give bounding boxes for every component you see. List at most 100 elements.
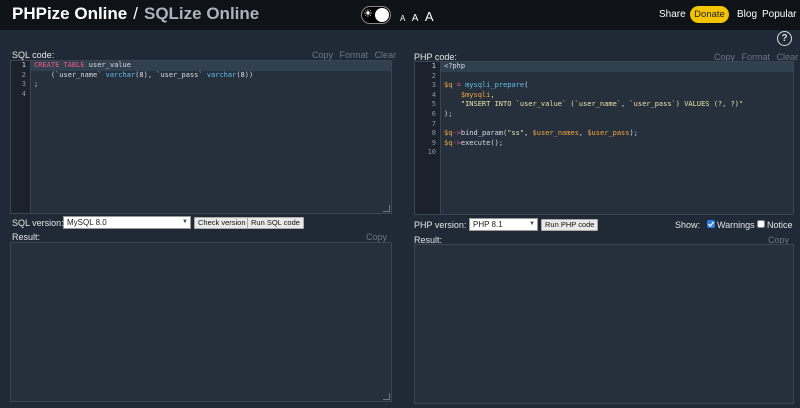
- sql-token: ;: [34, 80, 39, 89]
- sql-copy-button[interactable]: Copy: [312, 50, 333, 60]
- php-string: "INSERT INTO `user_value` (`user_name`, …: [444, 100, 744, 109]
- php-token: );: [444, 109, 453, 118]
- php-token: ,: [524, 129, 533, 138]
- code-line: $mysqli,: [441, 91, 793, 101]
- php-token: (: [524, 81, 529, 90]
- font-size-controls: A A A: [400, 8, 436, 26]
- sql-result-panel: [10, 242, 392, 402]
- show-label: Show:: [675, 220, 701, 230]
- php-token: ,: [490, 90, 495, 99]
- help-question-icon[interactable]: ?: [777, 31, 792, 46]
- line-number: 1: [21, 61, 26, 69]
- php-token: ();: [490, 138, 504, 147]
- line-number: 1: [431, 62, 436, 70]
- code-line: <?php: [441, 62, 793, 72]
- line-number: 2: [431, 71, 436, 80]
- donate-button[interactable]: Donate: [690, 6, 729, 23]
- sql-result-label: Result:: [12, 232, 41, 242]
- php-string: "ss": [507, 129, 525, 138]
- sql-version-select[interactable]: MySQL 8.0 ▼: [63, 216, 191, 229]
- font-size-small[interactable]: A: [400, 14, 405, 23]
- sql-token: (8)): [236, 70, 254, 79]
- brand-phpize[interactable]: PHPize Online: [12, 4, 127, 23]
- sql-version-value: MySQL 8.0: [67, 218, 107, 227]
- font-size-large[interactable]: A: [425, 9, 434, 24]
- code-line: $q->execute();: [441, 139, 793, 149]
- checkmark-icon: [708, 221, 715, 227]
- line-number: 7: [431, 119, 436, 128]
- code-line: $q->bind_param("ss", $user_names, $user_…: [441, 129, 793, 139]
- theme-toggle[interactable]: ☀: [361, 6, 391, 24]
- brand-sqlize[interactable]: SQLize Online: [144, 4, 259, 23]
- line-number: 4: [431, 90, 436, 99]
- line-number: 9: [431, 138, 436, 147]
- php-method: execute: [460, 138, 491, 147]
- php-variable: $user_pass: [587, 129, 630, 138]
- notice-checkbox[interactable]: [757, 220, 765, 228]
- code-line: ;: [31, 80, 391, 90]
- sql-version-label: SQL version:: [12, 218, 64, 228]
- php-code-editor[interactable]: 1 2 3 4 5 6 7 8 9 10 <?php $q = mysqli_p…: [414, 61, 794, 215]
- run-php-button[interactable]: Run PHP code: [541, 219, 599, 231]
- php-version-value: PHP 8.1: [473, 220, 503, 229]
- sql-tools: Copy Format Clear: [308, 50, 396, 60]
- code-line: CREATE TABLE user_value: [31, 61, 391, 71]
- check-version-button[interactable]: Check version: [194, 217, 250, 229]
- toggle-knob: [375, 8, 389, 22]
- brand-title[interactable]: PHPize Online / SQLize Online: [12, 4, 259, 24]
- php-token: <?php: [444, 62, 466, 70]
- php-result-panel: [414, 244, 794, 404]
- sql-result-copy-button[interactable]: Copy: [366, 232, 387, 242]
- chevron-down-icon: ▼: [182, 219, 188, 225]
- php-operator: ->: [452, 129, 461, 138]
- php-operator: =: [452, 81, 466, 90]
- line-number: 3: [21, 80, 26, 89]
- sql-token: user_value: [84, 61, 131, 69]
- sql-code-text[interactable]: CREATE TABLE user_value (`user_name` var…: [31, 61, 391, 213]
- line-number: 3: [431, 81, 436, 90]
- code-line: (`user_name` varchar(8), `user_pass` var…: [31, 71, 391, 81]
- sun-icon: ☀: [363, 8, 373, 20]
- php-token: );: [629, 129, 638, 138]
- blog-link[interactable]: Blog: [737, 9, 757, 20]
- sql-line-numbers: 1 2 3 4: [11, 61, 31, 213]
- sql-clear-button[interactable]: Clear: [375, 50, 397, 60]
- code-line: );: [441, 110, 793, 120]
- php-function: mysqli_prepare: [465, 81, 525, 90]
- php-variable: $user_names: [532, 129, 579, 138]
- line-number: 2: [21, 70, 26, 79]
- php-version-label: PHP version:: [414, 220, 467, 230]
- php-version-select[interactable]: PHP 8.1 ▼: [469, 218, 538, 231]
- sql-code-editor[interactable]: 1 2 3 4 CREATE TABLE user_value (`user_n…: [10, 60, 392, 214]
- warnings-checkbox[interactable]: [707, 220, 715, 228]
- php-line-numbers: 1 2 3 4 5 6 7 8 9 10: [415, 62, 441, 214]
- brand-separator: /: [133, 4, 138, 23]
- share-link[interactable]: Share: [659, 9, 686, 20]
- sql-type: varchar: [206, 70, 237, 79]
- notice-label: Notice: [767, 220, 793, 230]
- php-operator: ->: [452, 138, 461, 147]
- line-number: 8: [431, 129, 436, 138]
- resize-handle[interactable]: [383, 205, 390, 212]
- sql-token: (8), `user_pass`: [135, 70, 207, 79]
- popular-link[interactable]: Popular: [762, 9, 796, 20]
- run-sql-button[interactable]: Run SQL code: [247, 217, 304, 229]
- chevron-down-icon: ▼: [529, 221, 535, 227]
- warnings-label: Warnings: [717, 220, 755, 230]
- php-variable: $mysqli: [444, 90, 491, 99]
- line-number: 5: [431, 100, 436, 109]
- code-line: "INSERT INTO `user_value` (`user_name`, …: [441, 100, 793, 110]
- line-number: 10: [427, 148, 436, 157]
- sql-format-button[interactable]: Format: [340, 50, 369, 60]
- php-code-text[interactable]: <?php $q = mysqli_prepare( $mysqli, "INS…: [441, 62, 793, 214]
- resize-handle[interactable]: [383, 393, 390, 400]
- line-number: 4: [21, 89, 26, 98]
- sql-code-label: SQL code:: [12, 50, 55, 60]
- code-line: $q = mysqli_prepare(: [441, 81, 793, 91]
- font-size-medium[interactable]: A: [412, 13, 419, 24]
- sql-token: (`user_name`: [34, 70, 106, 79]
